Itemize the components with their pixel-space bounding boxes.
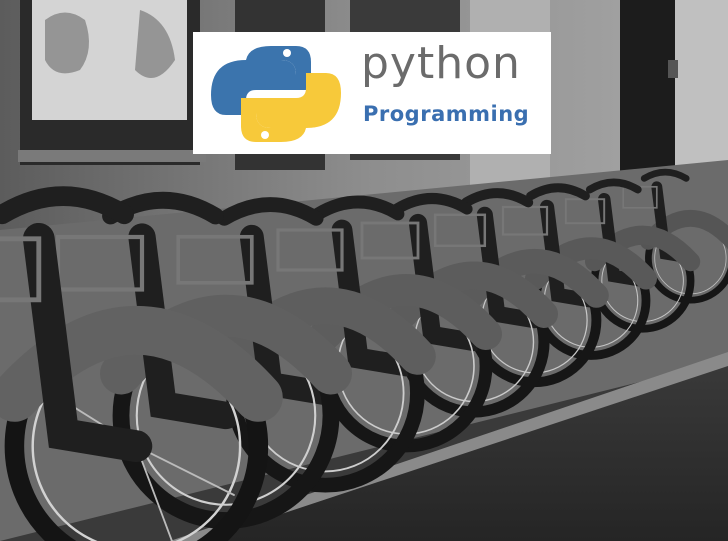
logo-word: python xyxy=(361,38,521,89)
window-sill xyxy=(18,150,206,162)
python-logo-card: python Programming xyxy=(193,32,551,154)
poster-art xyxy=(45,12,89,74)
logo-subtitle: Programming xyxy=(363,102,530,126)
wall-plaque xyxy=(668,60,678,78)
scene: python Programming xyxy=(0,0,728,541)
dark-doorway xyxy=(620,0,675,180)
python-logo-icon xyxy=(211,46,341,142)
